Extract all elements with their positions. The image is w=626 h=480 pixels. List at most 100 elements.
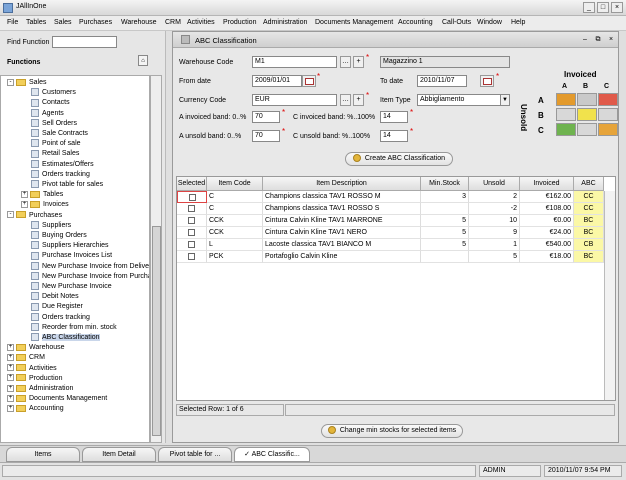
tree-item[interactable]: Agents bbox=[31, 108, 64, 119]
tree-item[interactable]: Pivot table for sales bbox=[31, 180, 103, 190]
tree-item[interactable]: Debit Notes bbox=[31, 292, 79, 302]
menu-file[interactable]: File bbox=[7, 19, 18, 26]
a-unsold-band-field[interactable]: 70 bbox=[252, 130, 280, 142]
expand-icon[interactable]: + bbox=[7, 374, 14, 382]
expand-icon[interactable]: + bbox=[21, 190, 28, 198]
selected-cell[interactable] bbox=[177, 251, 207, 263]
expand-icon[interactable]: + bbox=[7, 394, 14, 402]
tab-2[interactable]: Pivot table for ... bbox=[158, 447, 232, 462]
tab-1[interactable]: Item Detail bbox=[82, 447, 156, 462]
tree-item[interactable]: Orders tracking bbox=[31, 169, 90, 180]
frame-close-icon[interactable]: × bbox=[606, 35, 616, 45]
tree-item[interactable]: Point of sale bbox=[31, 139, 81, 149]
add-button[interactable]: + bbox=[353, 56, 364, 68]
tree-folder[interactable]: + CRM bbox=[7, 353, 45, 363]
column-header[interactable]: Min.Stock bbox=[421, 177, 469, 191]
selected-cell[interactable] bbox=[177, 227, 207, 239]
tree-folder[interactable]: + Documents Management bbox=[7, 394, 107, 404]
expand-icon[interactable]: + bbox=[7, 405, 14, 413]
calendar-icon[interactable] bbox=[302, 75, 316, 87]
tree-item[interactable]: New Purchase Invoice from Delivery bbox=[31, 261, 149, 272]
expand-icon[interactable]: + bbox=[7, 364, 14, 372]
menu-window[interactable]: Window bbox=[477, 19, 502, 26]
tree-folder[interactable]: + Warehouse bbox=[7, 343, 65, 353]
column-header[interactable]: Item Code bbox=[207, 177, 263, 191]
menu-production[interactable]: Production bbox=[223, 19, 256, 26]
matrix-cell[interactable] bbox=[598, 123, 618, 136]
expand-icon[interactable]: + bbox=[7, 343, 14, 351]
from-date-field[interactable]: 2009/01/01 bbox=[252, 75, 302, 87]
warehouse-code-field[interactable]: M1 bbox=[252, 56, 337, 68]
matrix-cell[interactable] bbox=[556, 123, 576, 136]
matrix-cell[interactable] bbox=[598, 108, 618, 121]
menu-accounting[interactable]: Accounting bbox=[398, 19, 433, 26]
matrix-cell[interactable] bbox=[577, 93, 597, 106]
menu-purchases[interactable]: Purchases bbox=[79, 19, 112, 26]
expand-icon[interactable]: + bbox=[7, 384, 14, 392]
currency-code-field[interactable]: EUR bbox=[252, 94, 337, 106]
matrix-cell[interactable] bbox=[556, 108, 576, 121]
tree-item[interactable]: Contacts bbox=[31, 98, 70, 108]
column-header[interactable]: Selected bbox=[177, 177, 207, 191]
tree-item[interactable]: Suppliers Hierarchies bbox=[31, 241, 109, 251]
collapse-icon[interactable]: - bbox=[7, 211, 14, 219]
chevron-down-icon[interactable]: ▼ bbox=[500, 94, 510, 106]
selected-cell[interactable] bbox=[177, 203, 207, 215]
close-icon[interactable]: × bbox=[611, 2, 623, 13]
tree-item[interactable]: Due Register bbox=[31, 302, 83, 312]
column-header[interactable]: ABC bbox=[574, 177, 604, 191]
menu-activities[interactable]: Activities bbox=[187, 19, 215, 26]
scroll-thumb[interactable] bbox=[152, 226, 161, 436]
tree-item[interactable]: Suppliers bbox=[31, 220, 71, 231]
tree-item[interactable]: Purchase Invoices List bbox=[31, 251, 112, 261]
row-checkbox[interactable] bbox=[188, 241, 195, 248]
c-invoiced-band-field[interactable]: 14 bbox=[380, 111, 408, 123]
frame-restore-icon[interactable]: ⧉ bbox=[593, 35, 603, 45]
to-date-field[interactable]: 2010/11/07 bbox=[417, 75, 467, 87]
menu-tables[interactable]: Tables bbox=[26, 19, 46, 26]
tree-item[interactable]: Retail Sales bbox=[31, 149, 79, 159]
tree-item[interactable]: Buying Orders bbox=[31, 231, 87, 241]
tree-item[interactable]: New Purchase Invoice from Purchase bbox=[31, 271, 149, 282]
tab-3[interactable]: ✓ ABC Classific... bbox=[234, 447, 310, 462]
matrix-cell[interactable] bbox=[577, 123, 597, 136]
tree-folder[interactable]: + Administration bbox=[7, 384, 73, 394]
calendar-icon[interactable] bbox=[480, 75, 494, 87]
tree-item[interactable]: Customers bbox=[31, 88, 76, 98]
matrix-cell[interactable] bbox=[556, 93, 576, 106]
row-checkbox[interactable] bbox=[188, 229, 195, 236]
minimize-icon[interactable]: _ bbox=[583, 2, 595, 13]
menu-crm[interactable]: CRM bbox=[165, 19, 181, 26]
a-invoiced-band-field[interactable]: 70 bbox=[252, 111, 280, 123]
row-checkbox[interactable] bbox=[188, 205, 195, 212]
create-abc-classification-button[interactable]: Create ABC Classification bbox=[345, 152, 453, 166]
collapse-icon[interactable]: - bbox=[7, 78, 14, 86]
change-min-stocks-button[interactable]: Change min stocks for selected items bbox=[321, 424, 463, 438]
menu-documents-management[interactable]: Documents Management bbox=[315, 19, 393, 26]
menu-help[interactable]: Help bbox=[511, 19, 525, 26]
tree-folder[interactable]: - Sales bbox=[7, 78, 47, 88]
frame-minimize-icon[interactable]: – bbox=[580, 35, 590, 45]
selected-cell[interactable] bbox=[177, 239, 207, 251]
expand-icon[interactable]: + bbox=[7, 354, 14, 362]
menu-call-outs[interactable]: Call-Outs bbox=[442, 19, 471, 26]
tree-scrollbar[interactable] bbox=[150, 75, 162, 443]
column-header[interactable]: Unsold bbox=[469, 177, 520, 191]
tree-folder[interactable]: - Purchases bbox=[7, 211, 62, 221]
c-unsold-band-field[interactable]: 14 bbox=[380, 130, 408, 142]
expand-icon[interactable]: + bbox=[21, 201, 28, 209]
maximize-icon[interactable]: □ bbox=[597, 2, 609, 13]
lookup-button[interactable]: … bbox=[340, 94, 351, 106]
lookup-button[interactable]: … bbox=[340, 56, 351, 68]
tab-0[interactable]: Items bbox=[6, 447, 80, 462]
tree-folder[interactable]: + Invoices bbox=[21, 200, 69, 210]
tree-item[interactable]: ABC Classification bbox=[31, 333, 100, 343]
table-scrollbar[interactable] bbox=[604, 191, 615, 400]
tree-folder[interactable]: + Tables bbox=[21, 190, 63, 200]
selected-cell[interactable] bbox=[177, 191, 207, 203]
selected-cell[interactable] bbox=[177, 215, 207, 227]
find-function-input[interactable] bbox=[52, 36, 117, 48]
row-checkbox[interactable] bbox=[189, 194, 196, 201]
row-checkbox[interactable] bbox=[188, 253, 195, 260]
tree-folder[interactable]: + Activities bbox=[7, 364, 57, 374]
